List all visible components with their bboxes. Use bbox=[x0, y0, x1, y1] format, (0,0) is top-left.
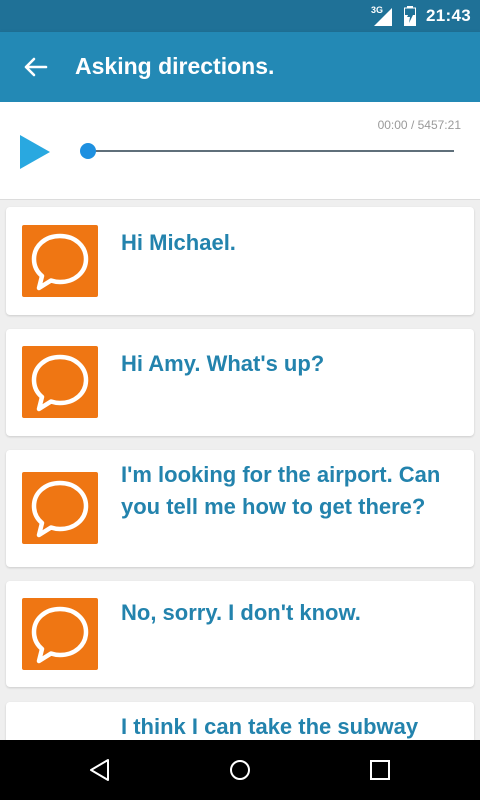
seek-thumb[interactable] bbox=[80, 143, 96, 159]
nav-home-icon[interactable] bbox=[228, 758, 252, 782]
clock: 21:43 bbox=[426, 6, 471, 25]
message-text: No, sorry. I don't know. bbox=[121, 600, 361, 625]
seek-track[interactable] bbox=[88, 150, 454, 152]
time-readout: 00:00 / 5457:21 bbox=[377, 118, 461, 132]
speech-bubble-icon bbox=[22, 598, 98, 670]
battery-icon bbox=[404, 6, 416, 26]
list-item[interactable]: Hi Michael. bbox=[6, 207, 474, 315]
list-item[interactable]: No, sorry. I don't know. bbox=[6, 581, 474, 687]
speech-bubble-icon bbox=[22, 225, 98, 297]
nav-back-icon[interactable] bbox=[88, 758, 112, 782]
list-item[interactable]: I'm looking for the airport. Can you tel… bbox=[6, 450, 474, 567]
speech-bubble-icon bbox=[22, 346, 98, 418]
status-bar: 3G 21:43 bbox=[0, 0, 480, 32]
message-text: Hi Michael. bbox=[121, 230, 236, 255]
navigation-bar bbox=[0, 740, 480, 800]
audio-player: 00:00 / 5457:21 bbox=[0, 102, 480, 200]
nav-recents-icon[interactable] bbox=[368, 758, 392, 782]
page-title: Asking directions. bbox=[75, 53, 275, 79]
list-item[interactable]: Hi Amy. What's up? bbox=[6, 329, 474, 436]
message-text: Hi Amy. What's up? bbox=[121, 351, 325, 376]
message-text: I'm looking for the airport. Can you tel… bbox=[121, 462, 441, 519]
speech-bubble-icon bbox=[22, 472, 98, 544]
app-bar: Asking directions. bbox=[0, 32, 480, 102]
play-icon[interactable] bbox=[20, 135, 50, 169]
signal-icon bbox=[374, 8, 392, 26]
message-text: I think I can take the subway bbox=[121, 714, 419, 739]
arrow-back-icon[interactable] bbox=[22, 54, 48, 80]
